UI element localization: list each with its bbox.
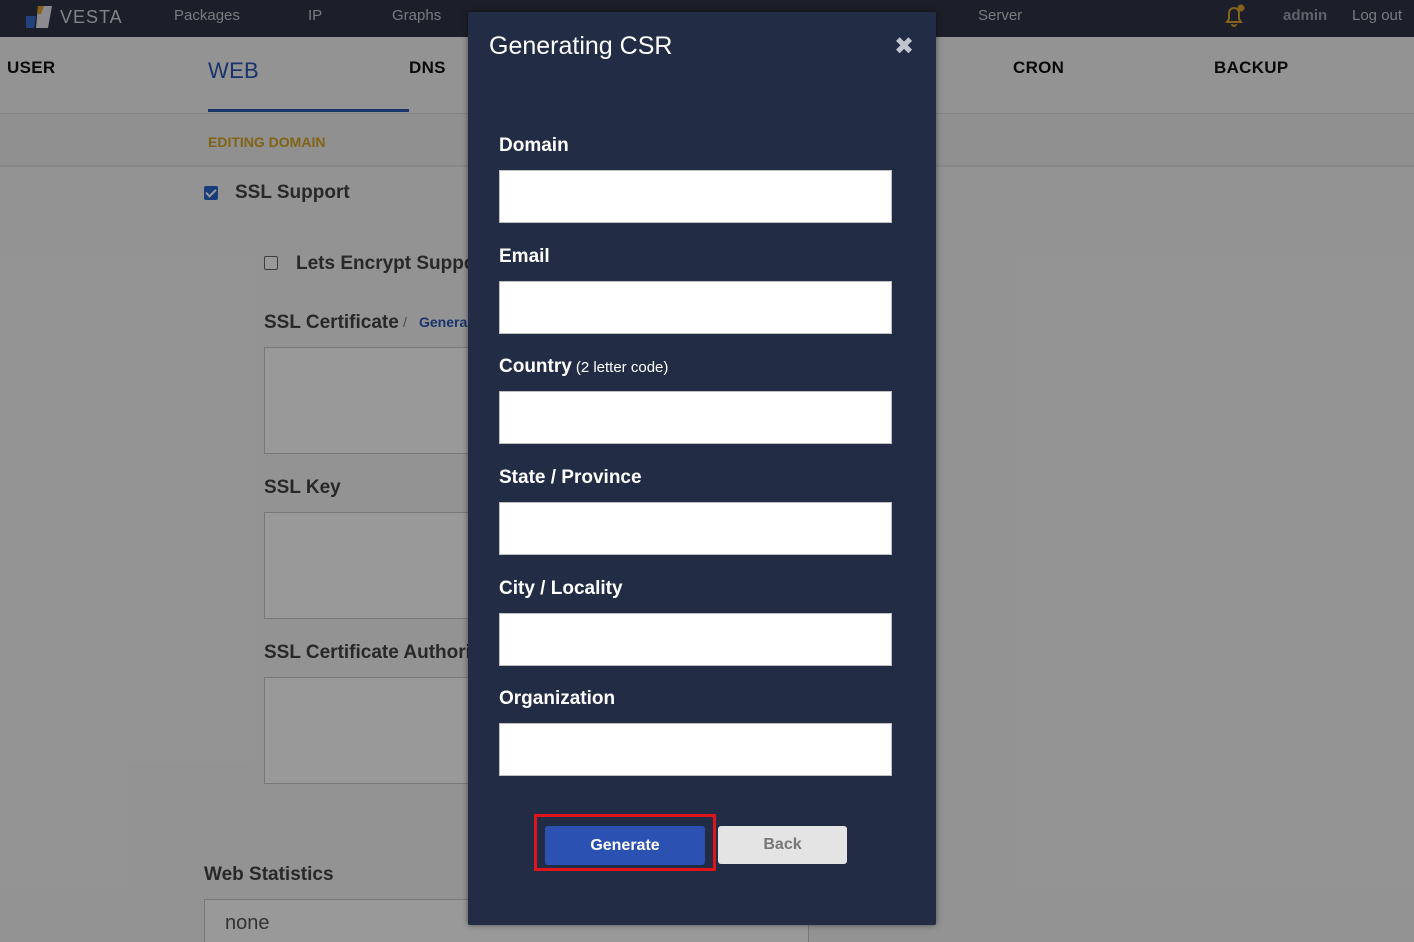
- generate-button[interactable]: Generate: [545, 826, 705, 865]
- organization-input[interactable]: [499, 723, 892, 776]
- city-label: City / Locality: [499, 578, 623, 599]
- state-label: State / Province: [499, 467, 642, 488]
- country-input[interactable]: [499, 391, 892, 444]
- country-hint: (2 letter code): [575, 359, 669, 376]
- dialog-title: Generating CSR: [489, 32, 673, 60]
- email-label: Email: [499, 246, 550, 267]
- generate-csr-dialog: Generating CSR ✖ Domain Email Country (2 …: [468, 12, 936, 925]
- state-input[interactable]: [499, 502, 892, 555]
- close-icon[interactable]: ✖: [894, 32, 914, 61]
- domain-input[interactable]: [499, 170, 892, 223]
- email-input[interactable]: [499, 281, 892, 334]
- domain-label: Domain: [499, 135, 569, 156]
- city-input[interactable]: [499, 613, 892, 666]
- organization-label: Organization: [499, 688, 616, 709]
- country-label: Country: [499, 356, 572, 377]
- back-button[interactable]: Back: [718, 826, 847, 864]
- country-label-group: Country (2 letter code): [499, 356, 668, 378]
